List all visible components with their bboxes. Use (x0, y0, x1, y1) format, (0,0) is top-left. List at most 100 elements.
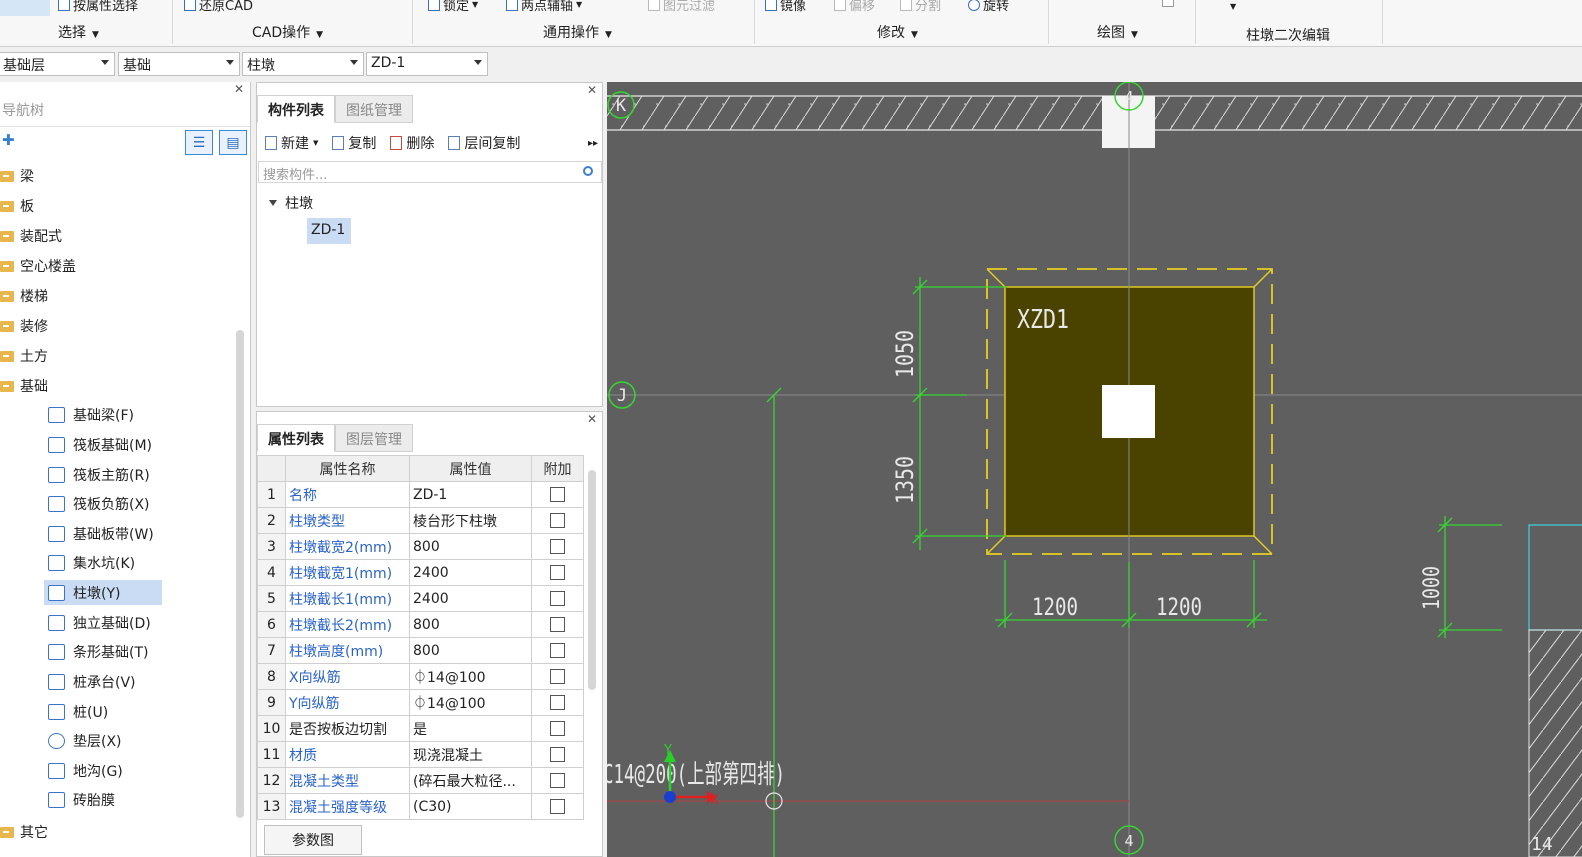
nav-sub-isolated-footing[interactable]: 独立基础(D) (44, 610, 155, 635)
extra-checkbox[interactable] (550, 513, 565, 528)
list-view-button[interactable]: ☰ (185, 130, 213, 155)
nav-sub-strip-footing[interactable]: 条形基础(T) (44, 639, 152, 664)
split-button[interactable]: 分割 (900, 0, 941, 14)
property-row[interactable]: 4 柱墩截宽1(mm) 2400 (257, 559, 584, 586)
component-tree-root[interactable]: 柱墩 (269, 193, 313, 213)
property-row[interactable]: 7 柱墩高度(mm) 800 (257, 637, 584, 664)
nav-sub-brick-form[interactable]: 砖胎膜 (44, 787, 119, 812)
nav-sub-cushion[interactable]: 垫层(X) (44, 728, 126, 753)
property-value[interactable]: ⏀14@100 (409, 663, 532, 690)
component-selector[interactable]: ZD-1 (366, 52, 488, 76)
nav-item-decoration[interactable]: 装修 (0, 316, 48, 336)
more-icon[interactable]: ▸▸ (588, 138, 598, 149)
close-icon[interactable]: ✕ (234, 82, 244, 96)
extra-checkbox[interactable] (550, 695, 565, 710)
property-value[interactable]: ⏀14@100 (409, 689, 532, 716)
parameter-diagram-button[interactable]: 参数图 (264, 825, 362, 855)
drawing-canvas[interactable]: K J 4 4 XZD1 1050 1350 1200 1200 1000 14… (607, 82, 1582, 857)
ribbon-more-button[interactable]: ▼ (1230, 2, 1236, 11)
property-row[interactable]: 10 是否按板边切割是 (257, 715, 584, 742)
group-cad-ops[interactable]: CAD操作 ▼ (252, 22, 323, 42)
property-value[interactable]: 800 (409, 611, 532, 638)
extra-checkbox[interactable] (550, 721, 565, 736)
extra-checkbox[interactable] (550, 487, 565, 502)
nav-sub-raft-main-rebar[interactable]: 筏板主筋(R) (44, 462, 154, 487)
copy-between-floors-button[interactable]: 层间复制 (448, 133, 520, 153)
add-icon[interactable]: ✚ (2, 131, 15, 149)
group-draw[interactable]: 绘图 ▼ (1097, 22, 1138, 42)
extra-checkbox[interactable] (550, 747, 565, 762)
two-point-axis-button[interactable]: 两点辅轴 ▼ (506, 0, 582, 14)
nav-sub-raft-neg-rebar[interactable]: 筏板负筋(X) (44, 491, 154, 516)
new-button[interactable]: 新建 ▼ (265, 133, 318, 153)
property-value[interactable]: 800 (409, 637, 532, 664)
rotate-button[interactable]: 旋转 (968, 0, 1009, 14)
nav-sub-foundation-beam[interactable]: 基础梁(F) (44, 402, 138, 427)
group-select[interactable]: 选择 ▼ (58, 22, 99, 42)
category-selector[interactable]: 基础 (118, 52, 240, 76)
nav-item-stairs[interactable]: 楼梯 (0, 286, 48, 306)
nav-item-earthwork[interactable]: 土方 (0, 346, 48, 366)
property-value[interactable]: 800 (409, 533, 532, 560)
property-row[interactable]: 13 混凝土强度等级 (C30) (257, 793, 584, 820)
type-selector[interactable]: 柱墩 (242, 52, 364, 76)
property-value[interactable]: 是 (409, 715, 532, 742)
extra-checkbox[interactable] (550, 773, 565, 788)
close-icon[interactable]: ✕ (587, 83, 597, 97)
nav-item-foundation[interactable]: 基础 (0, 376, 48, 396)
nav-item-prefab[interactable]: 装配式 (0, 226, 62, 246)
extra-checkbox[interactable] (550, 643, 565, 658)
nav-sub-pile[interactable]: 桩(U) (44, 699, 112, 724)
property-row[interactable]: 11 材质 现浇混凝土 (257, 741, 584, 768)
property-row[interactable]: 9 Y向纵筋 ⏀14@100 (257, 689, 584, 716)
nav-item-beam[interactable]: 梁 (0, 166, 34, 186)
floor-selector[interactable]: 基础层 (0, 52, 115, 76)
nav-sub-slab-strip[interactable]: 基础板带(W) (44, 521, 158, 546)
group-modify[interactable]: 修改 ▼ (877, 22, 918, 42)
property-value[interactable]: (C30) (409, 793, 532, 820)
nav-sub-sump[interactable]: 集水坑(K) (44, 550, 139, 575)
copy-button[interactable]: 复制 (332, 133, 376, 153)
property-row[interactable]: 1 名称 ZD-1 (257, 481, 584, 508)
restore-cad-button[interactable]: 还原CAD (184, 0, 253, 14)
nav-item-hollow-floor[interactable]: 空心楼盖 (0, 256, 76, 276)
extra-checkbox[interactable] (550, 565, 565, 580)
detail-view-button[interactable]: ▤ (219, 130, 247, 155)
tab-layer-management[interactable]: 图层管理 (335, 424, 413, 452)
close-icon[interactable]: ✕ (587, 412, 597, 426)
tab-component-list[interactable]: 构件列表 (257, 95, 335, 123)
nav-item-other[interactable]: 其它 (0, 822, 48, 842)
mirror-button[interactable]: 镜像 (765, 0, 806, 14)
nav-item-slab[interactable]: 板 (0, 196, 34, 216)
property-value[interactable]: 2400 (409, 559, 532, 586)
tab-property-list[interactable]: 属性列表 (257, 424, 335, 452)
draw-tool-button[interactable] (1162, 0, 1174, 7)
nav-sub-pile-cap[interactable]: 桩承台(V) (44, 669, 140, 694)
search-icon[interactable] (583, 166, 593, 176)
extra-checkbox[interactable] (550, 669, 565, 684)
lock-button[interactable]: 锁定 ▼ (428, 0, 478, 14)
property-row[interactable]: 6 柱墩截长2(mm) 800 (257, 611, 584, 638)
property-value[interactable]: (碎石最大粒径... (409, 767, 532, 794)
component-search-input[interactable]: 搜索构件... (258, 161, 602, 183)
property-value[interactable]: ZD-1 (409, 481, 532, 508)
component-tree-leaf[interactable]: ZD-1 (307, 218, 351, 244)
nav-sub-trench[interactable]: 地沟(G) (44, 758, 127, 783)
property-row[interactable]: 2 柱墩类型 棱台形下柱墩 (257, 507, 584, 534)
property-scrollbar[interactable] (588, 470, 596, 690)
delete-button[interactable]: 删除 (390, 133, 434, 153)
property-row[interactable]: 8 X向纵筋 ⏀14@100 (257, 663, 584, 690)
extra-checkbox[interactable] (550, 591, 565, 606)
nav-sub-column-pier[interactable]: 柱墩(Y) (44, 580, 162, 605)
offset-button[interactable]: 偏移 (834, 0, 875, 14)
property-value[interactable]: 现浇混凝土 (409, 741, 532, 768)
property-row[interactable]: 12 混凝土类型 (碎石最大粒径... (257, 767, 584, 794)
select-by-property-button[interactable]: 按属性选择 (58, 0, 138, 14)
group-pier-edit[interactable]: 柱墩二次编辑 (1246, 25, 1330, 45)
expand-triangle-icon[interactable] (269, 200, 277, 206)
extra-checkbox[interactable] (550, 617, 565, 632)
filter-button[interactable]: 图元过滤 (648, 0, 715, 14)
property-value[interactable]: 2400 (409, 585, 532, 612)
property-row[interactable]: 3 柱墩截宽2(mm) 800 (257, 533, 584, 560)
extra-checkbox[interactable] (550, 799, 565, 814)
